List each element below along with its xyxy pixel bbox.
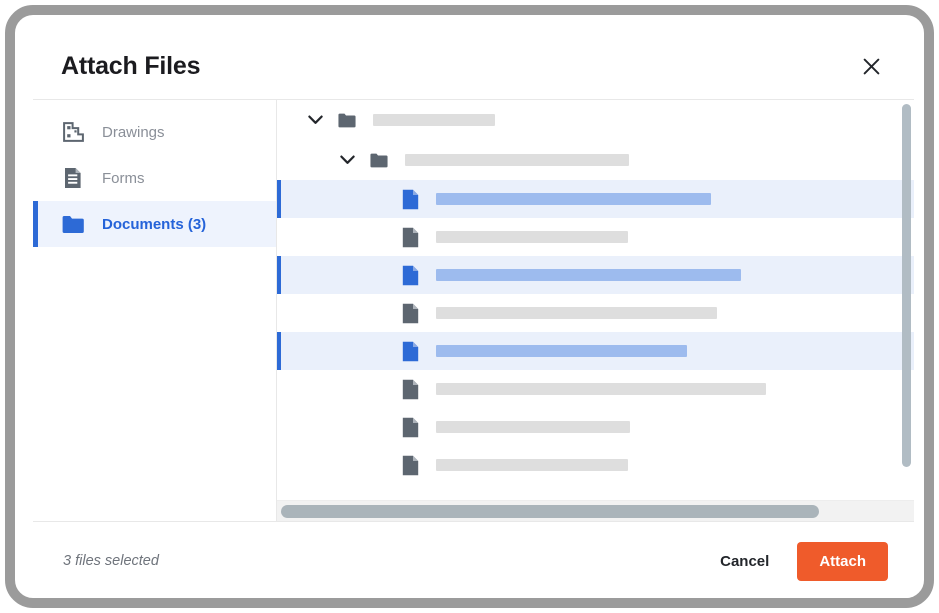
sidebar-item-label: Drawings xyxy=(102,123,165,141)
file-icon xyxy=(401,341,419,362)
attach-files-dialog: Attach Files Drawings Forms Documents (3… xyxy=(33,33,914,598)
file-name-placeholder xyxy=(436,459,628,471)
close-icon xyxy=(863,58,880,75)
file-tree-panel xyxy=(277,100,914,521)
folder-icon xyxy=(338,110,356,131)
file-icon xyxy=(401,189,419,210)
blueprint-icon xyxy=(62,121,84,143)
tree-row-folder[interactable] xyxy=(277,140,914,180)
chevron-down-icon[interactable] xyxy=(306,111,324,129)
cancel-button[interactable]: Cancel xyxy=(702,543,787,580)
folder-icon xyxy=(370,150,388,171)
tree-row-file[interactable] xyxy=(277,218,914,256)
close-button[interactable] xyxy=(854,49,888,83)
selection-status: 3 files selected xyxy=(63,553,159,569)
document-lines-icon xyxy=(62,167,84,189)
tree-row-file[interactable] xyxy=(277,332,914,370)
device-frame: Attach Files Drawings Forms Documents (3… xyxy=(5,5,934,608)
page-title: Attach Files xyxy=(61,51,201,80)
tree-row-file[interactable] xyxy=(277,446,914,484)
sidebar-item-label: Forms xyxy=(102,169,145,187)
dialog-body: Drawings Forms Documents (3) xyxy=(33,100,914,522)
tree-row-file[interactable] xyxy=(277,256,914,294)
tree-row-file[interactable] xyxy=(277,180,914,218)
chevron-down-icon[interactable] xyxy=(338,151,356,169)
file-name-placeholder xyxy=(436,269,741,281)
tree-row-file[interactable] xyxy=(277,408,914,446)
vertical-scrollbar[interactable] xyxy=(902,104,911,467)
horizontal-scrollbar[interactable] xyxy=(281,505,820,518)
folder-name-placeholder xyxy=(405,154,629,166)
file-icon xyxy=(401,455,419,476)
dialog-footer: 3 files selected Cancel Attach xyxy=(33,522,914,598)
file-icon xyxy=(401,303,419,324)
file-name-placeholder xyxy=(436,193,711,205)
file-icon xyxy=(401,265,419,286)
file-icon xyxy=(401,417,419,438)
file-icon xyxy=(401,379,419,400)
tree-row-file[interactable] xyxy=(277,370,914,408)
sidebar-item-forms[interactable]: Forms xyxy=(33,155,276,201)
horizontal-scrollbar-track[interactable] xyxy=(277,500,914,521)
folder-icon xyxy=(62,213,84,235)
file-icon xyxy=(401,227,419,248)
sidebar-item-documents[interactable]: Documents (3) xyxy=(33,201,276,247)
attach-button[interactable]: Attach xyxy=(797,541,888,581)
folder-name-placeholder xyxy=(373,114,495,126)
dialog-header: Attach Files xyxy=(33,33,914,100)
sidebar-item-label: Documents (3) xyxy=(102,215,207,233)
sidebar-item-drawings[interactable]: Drawings xyxy=(33,109,276,155)
file-name-placeholder xyxy=(436,307,717,319)
tree-row-folder[interactable] xyxy=(277,100,914,140)
file-name-placeholder xyxy=(436,231,628,243)
tree-row-file[interactable] xyxy=(277,294,914,332)
file-name-placeholder xyxy=(436,421,630,433)
sidebar: Drawings Forms Documents (3) xyxy=(33,100,277,521)
file-tree-list xyxy=(277,100,914,500)
file-name-placeholder xyxy=(436,345,687,357)
file-name-placeholder xyxy=(436,383,766,395)
